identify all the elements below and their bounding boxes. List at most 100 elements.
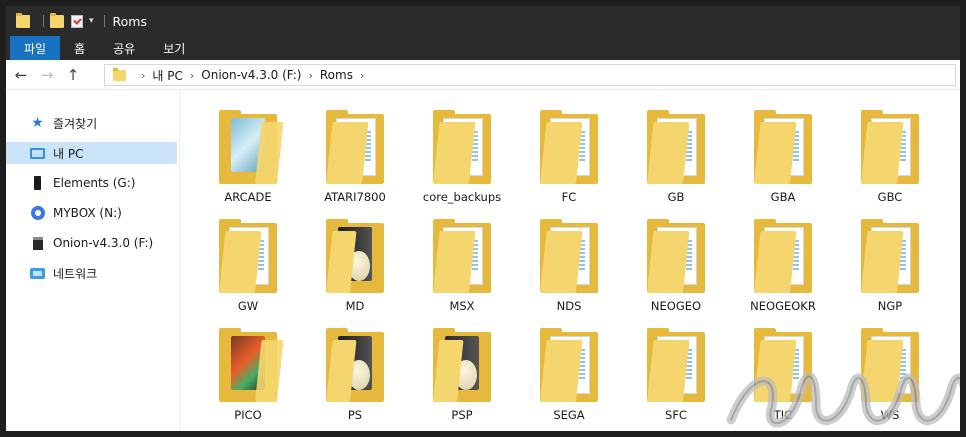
- sidebar-item-label: 즐겨찾기: [53, 116, 98, 131]
- folder-icon: [540, 326, 598, 406]
- sidebar-item-network[interactable]: 네트워크: [6, 262, 177, 284]
- new-folder-icon[interactable]: [50, 12, 64, 28]
- folder-md[interactable]: MD: [302, 211, 408, 315]
- folder-icon: [219, 217, 277, 297]
- folder-label: NEOGEOKR: [750, 299, 816, 313]
- folder-gw[interactable]: GW: [195, 211, 301, 315]
- folder-nds[interactable]: NDS: [516, 211, 622, 315]
- folder-icon: [219, 108, 284, 188]
- tab-share[interactable]: 공유: [99, 36, 149, 60]
- sidebar-item-label: Onion-v4.3.0 (F:): [53, 236, 154, 250]
- sidebar-item-onion[interactable]: Onion-v4.3.0 (F:): [6, 232, 177, 254]
- sidebar-item-label: 내 PC: [53, 146, 84, 161]
- folder-label: ATARI7800: [324, 190, 386, 204]
- file-list: ARCADE ATARI7800 core_backups FC GB GBA …: [181, 90, 960, 431]
- folder-gbc[interactable]: GBC: [837, 102, 943, 206]
- sidebar-item-label: 네트워크: [53, 266, 98, 281]
- chevron-right-icon[interactable]: ›: [308, 69, 312, 82]
- properties-icon[interactable]: [71, 14, 83, 28]
- folder-msx[interactable]: MSX: [409, 211, 515, 315]
- folder-icon: [754, 217, 812, 297]
- folder-icon: [647, 326, 705, 406]
- folder-label: GBC: [877, 190, 903, 204]
- sidebar-item-mybox[interactable]: MYBOX (N:): [6, 202, 177, 224]
- quick-access-dropdown-icon[interactable]: ▾: [89, 16, 94, 26]
- folder-label: ARCADE: [224, 190, 272, 204]
- folder-neogeokr[interactable]: NEOGEOKR: [730, 211, 836, 315]
- folder-sfc[interactable]: SFC: [623, 320, 729, 424]
- forward-arrow-icon[interactable]: →: [36, 64, 58, 86]
- folder-label: SFC: [665, 408, 687, 422]
- folder-label: GBA: [770, 190, 796, 204]
- folder-neogeo[interactable]: NEOGEO: [623, 211, 729, 315]
- folder-psp[interactable]: PSP: [409, 320, 515, 424]
- folder-label: MSX: [449, 299, 475, 313]
- folder-atari7800[interactable]: ATARI7800: [302, 102, 408, 206]
- mybox-icon: [30, 206, 45, 220]
- folder-icon: [113, 67, 126, 81]
- chevron-right-icon[interactable]: ›: [360, 69, 364, 82]
- sidebar-item-label: MYBOX (N:): [53, 206, 122, 220]
- folder-icon: [861, 108, 919, 188]
- chevron-right-icon[interactable]: ›: [141, 69, 145, 82]
- folder-ngp[interactable]: NGP: [837, 211, 943, 315]
- folder-icon: [433, 217, 491, 297]
- folder-icon: [326, 217, 384, 297]
- address-bar[interactable]: › 내 PC › Onion-v4.3.0 (F:) › Roms ›: [104, 64, 956, 86]
- up-arrow-icon[interactable]: ↑: [62, 64, 84, 86]
- folder-label: GB: [667, 190, 685, 204]
- title-separator: [43, 15, 44, 27]
- folder-label: SEGA: [553, 408, 585, 422]
- folder-gb[interactable]: GB: [623, 102, 729, 206]
- folder-label: TIC: [773, 408, 793, 422]
- folder-icon: [433, 108, 491, 188]
- folder-icon: [326, 108, 384, 188]
- folder-ws[interactable]: WS: [837, 320, 943, 424]
- window-title: Roms: [112, 13, 147, 29]
- folder-label: GW: [237, 299, 259, 313]
- folder-label: PICO: [234, 408, 262, 422]
- chevron-right-icon[interactable]: ›: [190, 69, 194, 82]
- sidebar-item-elements[interactable]: Elements (G:): [6, 172, 177, 194]
- folder-label: MD: [345, 299, 365, 313]
- folder-pico[interactable]: PICO: [195, 320, 301, 424]
- folder-icon: [861, 217, 919, 297]
- folder-label: PS: [347, 408, 363, 422]
- folder-icon: [647, 217, 705, 297]
- folder-fc[interactable]: FC: [516, 102, 622, 206]
- folder-label: core_backups: [422, 190, 502, 204]
- folder-icon: [540, 108, 598, 188]
- folder-label: WS: [880, 408, 900, 422]
- folder-arcade[interactable]: ARCADE: [195, 102, 301, 206]
- folder-icon: [540, 217, 598, 297]
- tab-file[interactable]: 파일: [10, 36, 61, 60]
- breadcrumb-drive[interactable]: Onion-v4.3.0 (F:): [201, 68, 301, 82]
- pc-icon: [30, 146, 45, 160]
- folder-tic[interactable]: TIC: [730, 320, 836, 424]
- sidebar-item-this-pc[interactable]: 내 PC: [6, 142, 177, 164]
- folder-gba[interactable]: GBA: [730, 102, 836, 206]
- drive-icon: [30, 176, 45, 190]
- folder-icon: [754, 108, 812, 188]
- navigation-bar: ← → ↑ › 내 PC › Onion-v4.3.0 (F:) › Roms …: [6, 60, 960, 90]
- explorer-window: ▾ Roms 파일 홈 공유 보기 ← → ↑ › 내 PC › Onion-v…: [6, 6, 960, 431]
- title-bar: ▾ Roms: [6, 6, 960, 36]
- back-arrow-icon[interactable]: ←: [10, 64, 32, 86]
- star-icon: ★: [31, 115, 44, 131]
- navigation-pane: ★ 즐겨찾기 내 PC Elements (G:) MYBOX (N:) Oni…: [6, 90, 180, 431]
- sd-card-icon: [30, 236, 45, 250]
- tab-view[interactable]: 보기: [149, 36, 199, 60]
- breadcrumb-this-pc[interactable]: 내 PC: [152, 67, 182, 84]
- breadcrumb-roms[interactable]: Roms: [320, 68, 353, 82]
- ribbon-tabs: 파일 홈 공유 보기: [6, 36, 960, 60]
- folder-core-backups[interactable]: core_backups: [409, 102, 515, 206]
- folder-icon: [861, 326, 919, 406]
- folder-label: NEOGEO: [650, 299, 702, 313]
- folder-sega[interactable]: SEGA: [516, 320, 622, 424]
- folder-ps[interactable]: PS: [302, 320, 408, 424]
- tab-home[interactable]: 홈: [60, 36, 99, 60]
- folder-label: FC: [561, 190, 577, 204]
- sidebar-item-label: Elements (G:): [53, 176, 136, 190]
- network-icon: [30, 266, 45, 280]
- sidebar-item-quick-access[interactable]: ★ 즐겨찾기: [6, 112, 177, 134]
